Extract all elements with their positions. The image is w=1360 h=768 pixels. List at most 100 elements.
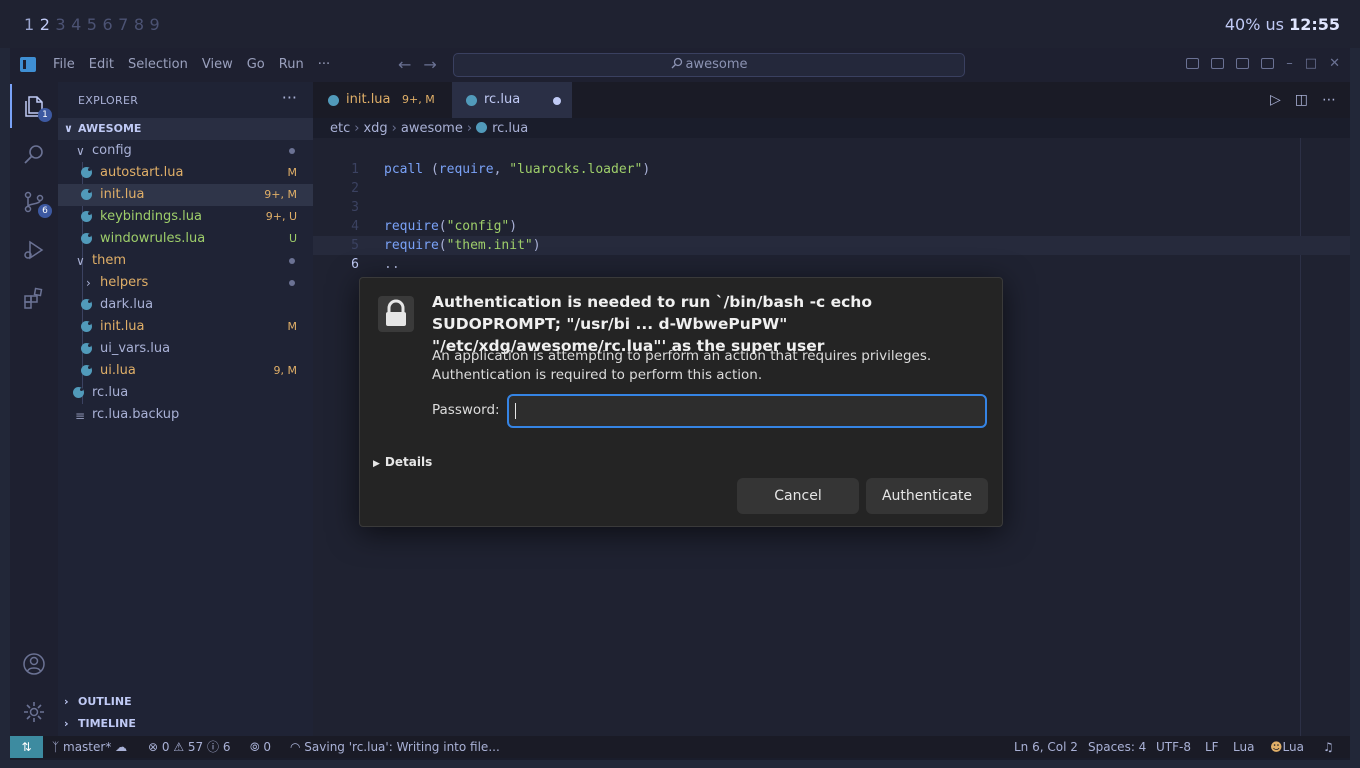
- indentation[interactable]: Spaces: 4: [1088, 736, 1146, 758]
- line-number: 3: [351, 200, 359, 215]
- tree-file-autostart[interactable]: autostart.lua M: [58, 162, 313, 184]
- text-file-icon: ≡: [75, 409, 86, 423]
- extensions-icon[interactable]: [22, 286, 46, 310]
- menu-more[interactable]: ···: [318, 57, 330, 72]
- account-icon[interactable]: [22, 652, 46, 676]
- sidebar-more-icon[interactable]: ···: [282, 88, 297, 107]
- search-text: awesome: [685, 57, 748, 72]
- customize-layout-icon[interactable]: [1261, 58, 1275, 69]
- outline-section[interactable]: › OUTLINE: [58, 691, 313, 713]
- source-control-icon[interactable]: 6: [22, 190, 52, 218]
- window-controls: – □ ✕: [1174, 56, 1340, 71]
- split-editor-icon[interactable]: ◫: [1295, 92, 1308, 108]
- folder-root-header[interactable]: ∨ AWESOME: [58, 118, 313, 140]
- battery-layout-status: 40% us: [1224, 15, 1284, 34]
- vscode-logo-icon: [20, 57, 36, 72]
- more-actions-icon[interactable]: ⋯: [1322, 92, 1336, 108]
- breadcrumb-xdg[interactable]: xdg: [363, 121, 387, 136]
- workspace-8[interactable]: 8: [134, 15, 146, 34]
- tree-file-ui[interactable]: ui.lua 9, M: [58, 360, 313, 382]
- unsaved-dot-icon[interactable]: [553, 97, 561, 105]
- tree-item-label: ui_vars.lua: [100, 341, 171, 356]
- line-source: require("config"): [384, 219, 518, 234]
- workspace-6[interactable]: 6: [102, 15, 114, 34]
- wm-status: 40% us 12:55: [1225, 15, 1340, 34]
- command-center-search[interactable]: awesome: [453, 53, 965, 77]
- problems-indicator[interactable]: ⊗ 0 ⚠ 57 ⓘ 6: [148, 736, 231, 758]
- run-icon[interactable]: ▷: [1270, 92, 1281, 108]
- explorer-icon[interactable]: 1: [10, 84, 52, 128]
- maximize-icon[interactable]: □: [1305, 56, 1317, 71]
- workspace-4[interactable]: 4: [71, 15, 83, 34]
- cancel-button[interactable]: Cancel: [737, 478, 859, 514]
- tree-file-them-init[interactable]: init.lua M: [58, 316, 313, 338]
- remote-icon[interactable]: ⇅: [10, 736, 43, 758]
- line-number: 6: [351, 257, 359, 272]
- back-arrow-icon[interactable]: ←: [398, 55, 411, 74]
- menu-selection[interactable]: Selection: [128, 57, 188, 72]
- workspace-9[interactable]: 9: [150, 15, 162, 34]
- ports-indicator[interactable]: ⦾ 0: [250, 736, 271, 758]
- tree-folder-them[interactable]: ∨ them: [58, 250, 313, 272]
- tree-file-dark[interactable]: dark.lua: [58, 294, 313, 316]
- tree-item-label: windowrules.lua: [100, 231, 206, 246]
- toggle-panel-icon[interactable]: [1211, 58, 1225, 69]
- tree-file-rc[interactable]: rc.lua: [58, 382, 313, 404]
- details-expander[interactable]: ▶ Details: [373, 455, 432, 469]
- nav-arrows: ← →: [398, 55, 449, 74]
- search-activity-icon[interactable]: [22, 142, 46, 166]
- tree-folder-helpers[interactable]: › helpers: [58, 272, 313, 294]
- tree-file-ui-vars[interactable]: ui_vars.lua: [58, 338, 313, 360]
- lua-file-icon: [81, 233, 92, 244]
- language-mode[interactable]: Lua: [1233, 736, 1254, 758]
- tab-init-lua[interactable]: init.lua 9+, M: [313, 82, 451, 118]
- line-number: 1: [351, 162, 359, 177]
- clock: 12:55: [1289, 15, 1340, 34]
- breadcrumb-awesome[interactable]: awesome: [401, 121, 463, 136]
- workspace-1[interactable]: 1: [24, 15, 36, 34]
- end-of-line[interactable]: LF: [1205, 736, 1219, 758]
- workspace-7[interactable]: 7: [118, 15, 130, 34]
- forward-arrow-icon[interactable]: →: [423, 55, 436, 74]
- password-input[interactable]: [507, 394, 987, 428]
- toggle-secondary-sidebar-icon[interactable]: [1236, 58, 1250, 69]
- run-debug-icon[interactable]: [22, 238, 46, 262]
- toggle-sidebar-icon[interactable]: [1186, 58, 1200, 69]
- column-ruler: [1300, 138, 1301, 736]
- breadcrumb-etc[interactable]: etc: [330, 121, 350, 136]
- lua-status[interactable]: ☻Lua: [1270, 736, 1304, 758]
- spinner-icon: ◠: [290, 740, 305, 754]
- lua-file-icon: [328, 95, 339, 106]
- breadcrumb-file[interactable]: rc.lua: [492, 121, 528, 136]
- tab-rc-lua[interactable]: rc.lua: [452, 82, 572, 118]
- git-status: 9, M: [273, 364, 297, 377]
- workspace-2[interactable]: 2: [40, 15, 52, 34]
- menu-run[interactable]: Run: [279, 57, 304, 72]
- branch-indicator[interactable]: ᛉ master* ☁: [52, 736, 127, 758]
- title-bar: File Edit Selection View Go Run ··· ← → awesome…: [10, 48, 1350, 82]
- workspace-3[interactable]: 3: [55, 15, 67, 34]
- tree-file-windowrules[interactable]: windowrules.lua U: [58, 228, 313, 250]
- workspace-5[interactable]: 5: [87, 15, 99, 34]
- settings-gear-icon[interactable]: [22, 700, 46, 724]
- timeline-section[interactable]: › TIMELINE: [58, 713, 313, 735]
- menu-go[interactable]: Go: [247, 57, 265, 72]
- close-icon[interactable]: ✕: [1329, 56, 1340, 71]
- tree-item-label: ui.lua: [100, 363, 136, 378]
- encoding[interactable]: UTF-8: [1156, 736, 1191, 758]
- menu-file[interactable]: File: [53, 57, 75, 72]
- minimize-icon[interactable]: –: [1286, 56, 1293, 71]
- tree-folder-config[interactable]: ∨ config: [58, 140, 313, 162]
- tree-file-keybindings[interactable]: keybindings.lua 9+, U: [58, 206, 313, 228]
- menu-edit[interactable]: Edit: [89, 57, 114, 72]
- tree-file-rc-backup[interactable]: ≡ rc.lua.backup: [58, 404, 313, 426]
- menu-view[interactable]: View: [202, 57, 233, 72]
- tree-file-config-init[interactable]: init.lua 9+, M: [58, 184, 313, 206]
- tree-item-label: dark.lua: [100, 297, 154, 312]
- cursor-position[interactable]: Ln 6, Col 2: [1014, 736, 1078, 758]
- authenticate-button[interactable]: Authenticate: [866, 478, 988, 514]
- details-label: Details: [384, 455, 433, 469]
- cat-icon: ☻: [1270, 740, 1283, 754]
- tree-item-label: config: [92, 143, 132, 158]
- notifications-bell-icon[interactable]: ♫: [1323, 736, 1334, 758]
